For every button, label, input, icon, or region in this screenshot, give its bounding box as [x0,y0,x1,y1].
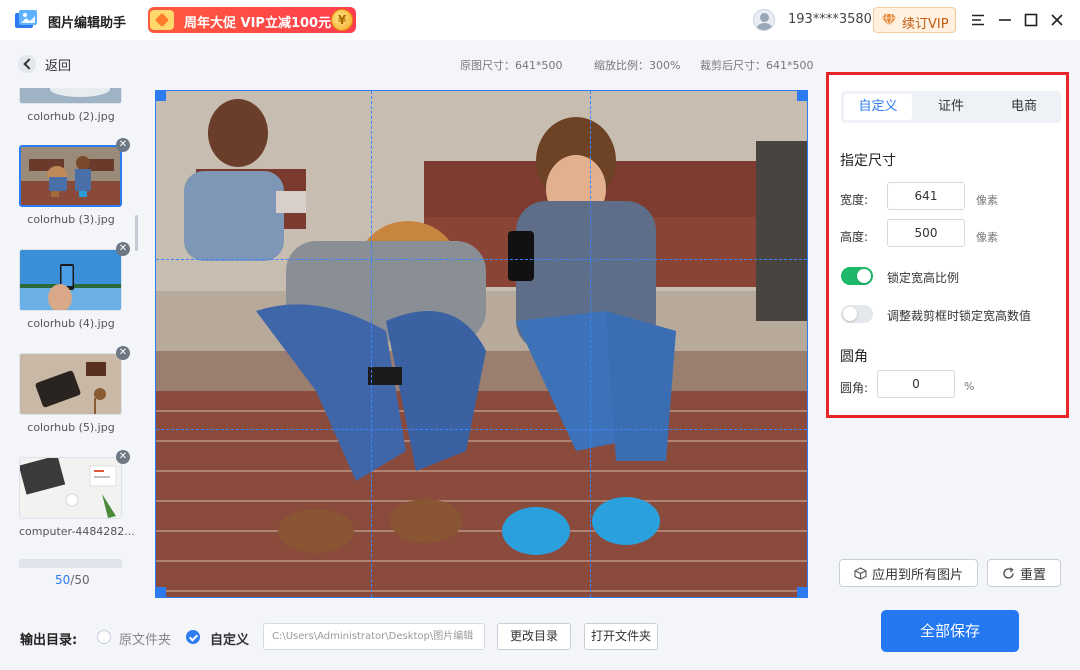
thumbnail-item[interactable]: ✕ colorhub (4).jpg [19,242,130,330]
output-dir-label: 输出目录: [20,633,78,648]
maximize-icon [1024,13,1038,27]
original-size-info: 原图尺寸：641*500 [460,59,563,72]
thumbnail-item[interactable]: ✕ colorhub (5).jpg [19,346,130,434]
thumbnail-item[interactable]: ✕ colorhub (3).jpg [19,138,130,226]
thumbnail-label: colorhub (5).jpg [27,421,115,434]
thumbnail-label: colorhub (2).jpg [27,110,115,123]
remove-thumbnail-icon[interactable]: ✕ [116,138,130,152]
lock-values-toggle[interactable] [841,305,873,323]
thumbnail-image[interactable] [19,559,122,568]
toggle-knob [843,307,857,321]
crop-handle-bottom-right[interactable] [797,587,807,597]
promo-banner[interactable]: 周年大促 VIP立减100元 ¥ [148,7,356,33]
crop-grid-line [371,91,372,597]
width-input[interactable]: 641 [887,182,965,210]
title-bar: 图片编辑助手 周年大促 VIP立减100元 ¥ 193****3580 续订VI… [0,0,1080,40]
refresh-icon [1003,566,1014,579]
thumbnail-image[interactable] [19,457,122,519]
apply-all-label: 应用到所有图片 [871,567,963,583]
renew-vip-label: 续订VIP [902,17,949,32]
diamond-icon [882,14,896,26]
width-label: 宽度: [840,193,869,207]
width-unit: 像素 [976,194,998,207]
close-icon [1051,14,1063,26]
minimize-button[interactable] [995,10,1015,30]
lock-ratio-toggle[interactable] [841,267,873,285]
gift-tag-icon [150,10,174,30]
thumbnail-item[interactable] [19,559,123,568]
cube-icon [854,566,867,580]
thumbnail-item[interactable]: ✕ computer-4484282... [19,450,135,538]
coin-icon: ¥ [331,9,353,31]
size-section-title: 指定尺寸 [840,153,896,169]
lock-ratio-label: 锁定宽高比例 [887,271,960,285]
save-all-button[interactable]: 全部保存 [881,610,1019,652]
tab-custom[interactable]: 自定义 [844,94,912,120]
app-logo-icon [15,10,37,28]
thumbnail-scrollbar[interactable] [135,215,138,251]
minimize-icon [999,19,1011,21]
height-label: 高度: [840,230,869,244]
back-label: 返回 [45,58,72,74]
back-button[interactable]: 返回 [18,53,78,75]
open-folder-button[interactable]: 打开文件夹 [584,623,658,650]
close-button[interactable] [1047,10,1067,30]
crop-grid-line [156,429,807,430]
radio-custom-label: 自定义 [210,633,250,648]
radio-original-folder[interactable] [97,630,111,644]
thumbnail-label: colorhub (4).jpg [27,317,115,330]
app-title: 图片编辑助手 [48,16,127,31]
tab-id-photo[interactable]: 证件 [917,94,985,120]
menu-button[interactable] [968,10,988,30]
crop-handle-top-left[interactable] [156,91,166,101]
settings-panel: 自定义 证件 电商 指定尺寸 宽度: 641 像素 高度: 500 像素 锁定宽… [826,72,1069,418]
height-unit: 像素 [976,231,998,244]
cropped-size-info: 裁剪后尺寸：641*500 [700,59,814,72]
radio-custom-folder[interactable] [186,630,200,644]
thumbnail-image[interactable] [19,145,122,207]
thumbnail-list[interactable]: colorhub (2).jpg ✕ colorhub (3).jpg ✕ co… [14,88,138,568]
radio-original-label: 原文件夹 [119,633,172,648]
zoom-info: 缩放比例：300% [594,59,681,72]
thumbnail-label: computer-4484282... [19,525,135,538]
thumbnail-image[interactable] [19,88,122,104]
output-path-field[interactable]: C:\Users\Administrator\Desktop\图片编辑 [263,623,485,650]
lock-values-label: 调整裁剪框时锁定宽高数值 [887,309,1032,323]
renew-vip-button[interactable]: 续订VIP [873,7,956,33]
change-directory-button[interactable]: 更改目录 [497,623,571,650]
reset-button[interactable]: 重置 [987,559,1061,587]
height-input[interactable]: 500 [887,219,965,247]
edited-photo [156,91,807,597]
corner-unit: % [964,380,975,393]
corner-section-title: 圆角 [840,349,868,365]
thumbnail-image[interactable] [19,353,122,415]
corner-label: 圆角: [840,381,869,395]
page-count: 50/50 [55,573,90,587]
back-arrow-icon [18,55,36,73]
avatar[interactable] [753,9,775,31]
crop-grid-line [156,259,807,260]
tab-ecommerce[interactable]: 电商 [990,94,1058,120]
thumbnail-label: colorhub (3).jpg [27,213,115,226]
settings-tabs: 自定义 证件 电商 [841,91,1061,123]
menu-icon [972,14,984,26]
crop-handle-top-right[interactable] [797,91,807,101]
user-phone: 193****3580 [788,12,872,27]
reset-label: 重置 [1019,567,1046,583]
crop-canvas[interactable] [155,90,808,598]
remove-thumbnail-icon[interactable]: ✕ [116,450,130,464]
crop-grid-line [590,91,591,597]
promo-text: 周年大促 VIP立减100元 [184,16,332,31]
page-current: 50 [55,573,71,587]
page-total: 50 [74,573,90,587]
apply-all-button[interactable]: 应用到所有图片 [839,559,978,587]
thumbnail-item[interactable]: colorhub (2).jpg [19,88,123,123]
corner-radius-input[interactable]: 0 [877,370,955,398]
toggle-knob [857,269,871,283]
remove-thumbnail-icon[interactable]: ✕ [116,242,130,256]
maximize-button[interactable] [1021,10,1041,30]
remove-thumbnail-icon[interactable]: ✕ [116,346,130,360]
crop-handle-bottom-left[interactable] [156,587,166,597]
thumbnail-image[interactable] [19,249,122,311]
